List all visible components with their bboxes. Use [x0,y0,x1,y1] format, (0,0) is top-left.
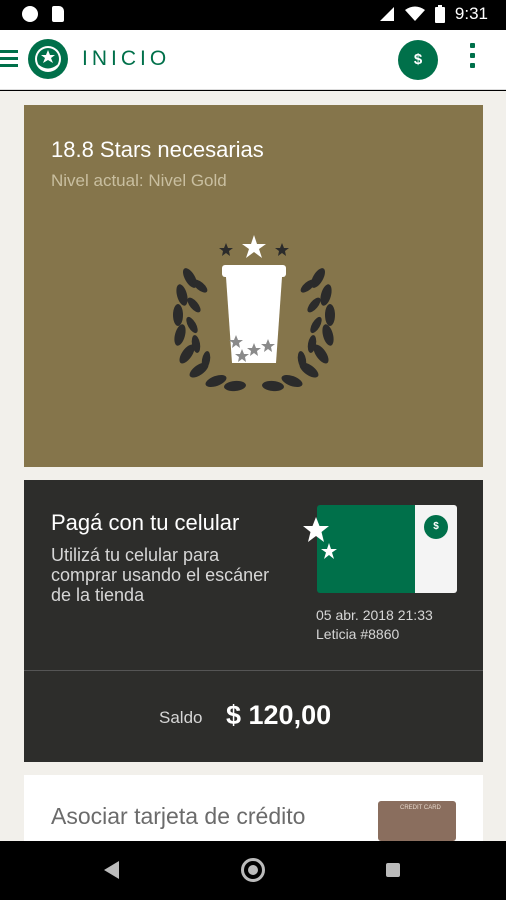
starbucks-logo [28,39,68,79]
credit-card-image: CREDIT CARD [378,801,456,841]
divider [24,670,483,671]
link-credit-card-title: Asociar tarjeta de crédito [51,803,306,829]
star-icon [321,543,337,559]
battery-icon [434,5,445,23]
card-owner: Leticia #8860 [316,626,400,642]
signal-icon [379,7,394,21]
card-dollar-badge: $ [424,515,448,539]
balance-label: Saldo [159,708,203,727]
recent-apps-icon[interactable] [386,863,400,877]
star-icon [303,517,329,542]
home-feed[interactable]: 18.8 Stars necesarias Nivel actual: Nive… [0,91,506,841]
sd-card-icon [52,6,64,22]
back-icon[interactable] [104,861,120,879]
mobile-pay-card[interactable]: Pagá con tu celular Utilizá tu celular p… [24,480,483,762]
menu-icon[interactable] [0,50,18,68]
card-timestamp: 05 abr. 2018 21:33 [316,607,433,623]
current-level: Nivel actual: Nivel Gold [51,171,227,190]
mobile-pay-description: Utilizá tu celular para comprar usando e… [51,545,270,605]
wifi-icon [404,6,425,21]
rewards-card[interactable]: 18.8 Stars necesarias Nivel actual: Nive… [24,105,483,467]
status-bar: 9:31 [0,0,506,30]
page-title: INICIO [82,47,171,70]
balance-value: $ 120,00 [226,700,332,730]
mobile-pay-title: Pagá con tu celular [51,510,240,535]
system-nav-bar [0,841,506,900]
home-icon[interactable] [241,858,265,882]
more-options-icon[interactable] [462,43,482,77]
clock: 9:31 [454,4,488,23]
gold-level-cup-icon [173,235,335,392]
pay-button[interactable]: $ [398,40,438,80]
stars-needed: 18.8 Stars necesarias [51,137,264,162]
credit-card-image-text: CREDIT CARD [400,805,441,811]
app-bar: INICIO $ [0,30,506,90]
link-credit-card-item[interactable]: Asociar tarjeta de crédito CREDIT CARD [24,775,483,841]
notification-icon [22,6,38,22]
starbucks-card-image[interactable]: $ [317,505,457,593]
